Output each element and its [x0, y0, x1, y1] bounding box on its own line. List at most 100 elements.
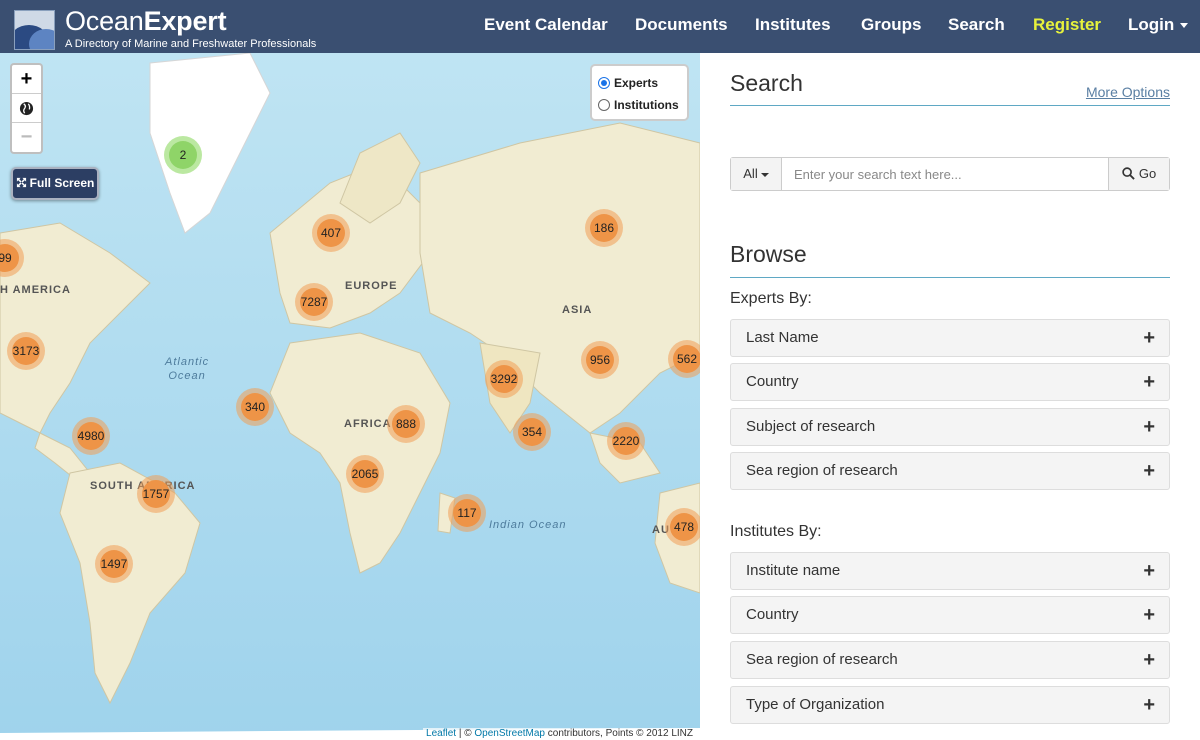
brand-name[interactable]: OceanExpert — [65, 6, 227, 36]
fullscreen-label: Full Screen — [29, 176, 95, 190]
chevron-down-icon — [1180, 23, 1189, 29]
map-cluster[interactable]: 562 — [668, 340, 700, 378]
search-input[interactable] — [783, 158, 1108, 190]
world-view-button[interactable] — [12, 94, 41, 123]
browse-divider — [730, 277, 1170, 278]
map-cluster[interactable]: 7287 — [295, 283, 333, 321]
cluster-count: 407 — [317, 219, 345, 247]
nav-groups[interactable]: Groups — [861, 15, 921, 35]
map-attribution: Leaflet | © OpenStreetMap contributors, … — [423, 728, 696, 740]
label-africa: AFRICA — [344, 418, 392, 430]
map-cluster[interactable]: 117 — [448, 494, 486, 532]
radio-institutions[interactable] — [598, 99, 610, 111]
accordion-label: Subject of research — [746, 418, 876, 435]
cluster-count: 888 — [392, 410, 420, 438]
cluster-count: 99 — [0, 244, 19, 272]
globe-icon — [19, 101, 34, 116]
ocean-expert-logo[interactable] — [14, 10, 55, 50]
cluster-count: 4980 — [77, 422, 105, 450]
cluster-count: 3173 — [12, 337, 40, 365]
browse-institutes-type[interactable]: Type of Organization + — [730, 686, 1170, 724]
search-go-label: Go — [1138, 166, 1157, 181]
radio-experts[interactable] — [598, 77, 610, 89]
plus-icon: + — [1143, 604, 1155, 626]
nav-login[interactable]: Login — [1128, 15, 1189, 35]
browse-experts-sea-region[interactable]: Sea region of research + — [730, 452, 1170, 490]
accordion-label: Institute name — [746, 562, 841, 579]
map-cluster[interactable]: 4980 — [72, 417, 110, 455]
cluster-count: 2 — [169, 141, 197, 169]
nav-documents[interactable]: Documents — [635, 15, 728, 35]
plus-icon: + — [1143, 416, 1155, 438]
cluster-count: 1497 — [100, 550, 128, 578]
search-divider — [730, 105, 1170, 106]
accordion-label: Country — [746, 606, 799, 623]
plus-icon: + — [1143, 460, 1155, 482]
browse-experts-subject[interactable]: Subject of research + — [730, 408, 1170, 446]
search-scope-label: All — [743, 166, 758, 181]
map-cluster[interactable]: 2220 — [607, 422, 645, 460]
browse-experts-last-name[interactable]: Last Name + — [730, 319, 1170, 357]
browse-institutes-name[interactable]: Institute name + — [730, 552, 1170, 590]
nav-search[interactable]: Search — [948, 15, 1005, 35]
nav-event-calendar[interactable]: Event Calendar — [484, 15, 608, 35]
cluster-count: 562 — [673, 345, 700, 373]
nav-institutes[interactable]: Institutes — [755, 15, 831, 35]
map-cluster[interactable]: 3173 — [7, 332, 45, 370]
zoom-in-button[interactable]: + — [12, 65, 41, 94]
leaflet-link[interactable]: Leaflet — [426, 728, 456, 739]
accordion-label: Sea region of research — [746, 462, 898, 479]
map-cluster[interactable]: 3292 — [485, 360, 523, 398]
fullscreen-button[interactable]: Full Screen — [11, 167, 99, 200]
map-land-tiles — [0, 53, 700, 740]
cluster-count: 186 — [590, 214, 618, 242]
layer-institutions-label: Institutions — [614, 98, 679, 112]
browse-institutes-country[interactable]: Country + — [730, 596, 1170, 634]
cluster-count: 7287 — [300, 288, 328, 316]
label-north-america: H AMERICA — [0, 284, 71, 296]
cluster-count: 1757 — [142, 480, 170, 508]
experts-by-label: Experts By: — [730, 290, 812, 307]
plus-icon: + — [1143, 649, 1155, 671]
cluster-count: 117 — [453, 499, 481, 527]
map-cluster[interactable]: 478 — [665, 508, 700, 546]
map-cluster[interactable]: 2 — [164, 136, 202, 174]
plus-icon: + — [1143, 371, 1155, 393]
zoom-out-button[interactable]: − — [12, 123, 41, 152]
map-cluster[interactable]: 956 — [581, 341, 619, 379]
map-cluster[interactable]: 407 — [312, 214, 350, 252]
accordion-label: Country — [746, 373, 799, 390]
layer-option-experts[interactable]: Experts — [598, 74, 658, 92]
attribution-rest: contributors, Points © 2012 LINZ — [545, 728, 693, 739]
world-map[interactable]: H AMERICA EUROPE ASIA AFRICA SOUTH AMERI… — [0, 53, 700, 740]
map-cluster[interactable]: 1497 — [95, 545, 133, 583]
arrows-expand-icon — [16, 177, 26, 188]
accordion-label: Last Name — [746, 329, 819, 346]
map-cluster[interactable]: 340 — [236, 388, 274, 426]
browse-institutes-sea-region[interactable]: Sea region of research + — [730, 641, 1170, 679]
plus-icon: + — [1143, 327, 1155, 349]
attribution-sep: | © — [456, 728, 475, 739]
plus-icon: + — [1143, 694, 1155, 716]
search-scope-dropdown[interactable]: All — [731, 158, 782, 190]
label-atlantic-ocean: Atlantic Ocean — [165, 355, 209, 383]
map-cluster[interactable]: 354 — [513, 413, 551, 451]
zoom-control: + − — [10, 63, 43, 154]
map-cluster[interactable]: 2065 — [346, 455, 384, 493]
nav-register[interactable]: Register — [1033, 15, 1101, 35]
cluster-count: 340 — [241, 393, 269, 421]
label-indian-ocean: Indian Ocean — [489, 519, 567, 531]
cluster-count: 354 — [518, 418, 546, 446]
search-go-button[interactable]: Go — [1108, 158, 1169, 190]
browse-experts-country[interactable]: Country + — [730, 363, 1170, 401]
osm-link[interactable]: OpenStreetMap — [474, 728, 545, 739]
map-cluster[interactable]: 888 — [387, 405, 425, 443]
cluster-count: 478 — [670, 513, 698, 541]
cluster-count: 2220 — [612, 427, 640, 455]
map-cluster[interactable]: 1757 — [137, 475, 175, 513]
more-options-link[interactable]: More Options — [1086, 84, 1170, 100]
layer-option-institutions[interactable]: Institutions — [598, 96, 679, 114]
layer-experts-label: Experts — [614, 76, 659, 90]
atlantic-line-2: Ocean — [168, 370, 206, 382]
map-cluster[interactable]: 186 — [585, 209, 623, 247]
